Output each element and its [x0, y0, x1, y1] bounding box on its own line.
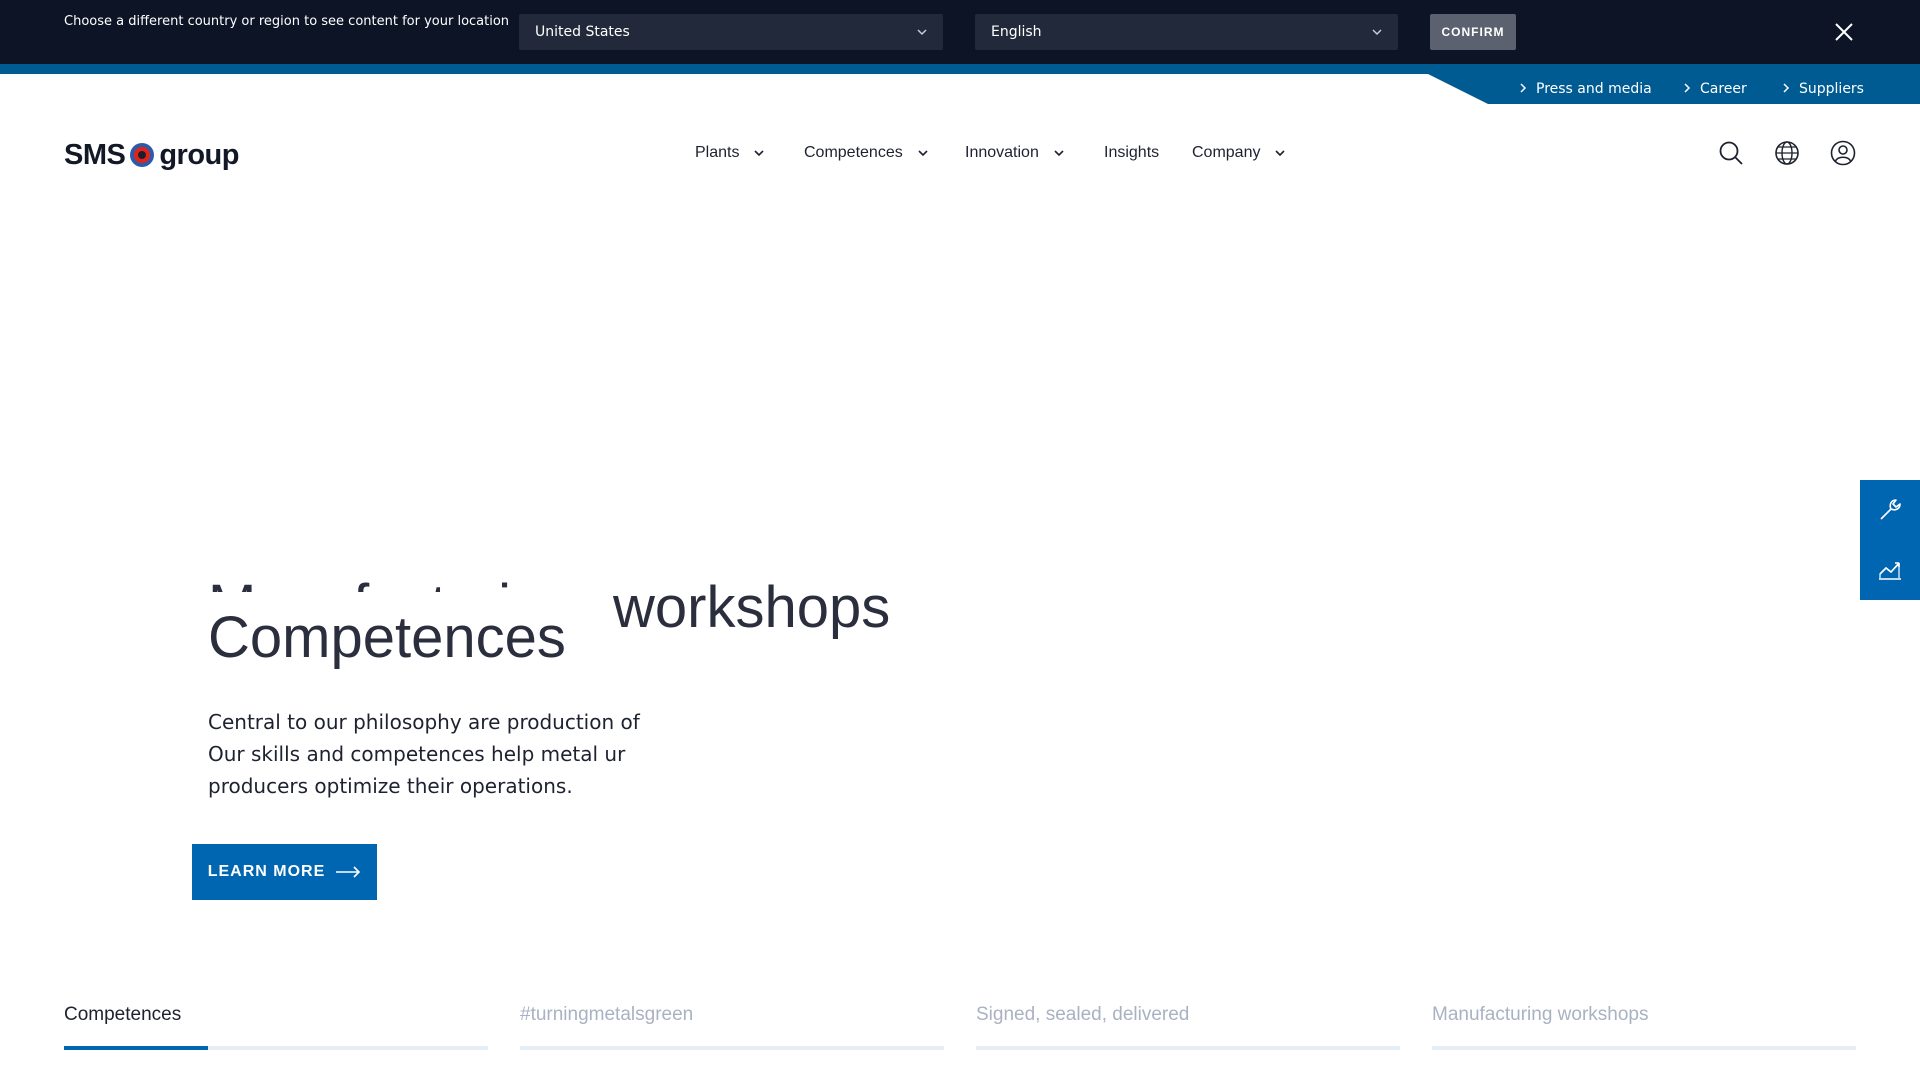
- chevron-right-icon: [1520, 83, 1527, 93]
- confirm-button[interactable]: CONFIRM: [1430, 14, 1516, 50]
- globe-icon[interactable]: [1774, 140, 1800, 166]
- hero-title: Competences: [208, 605, 566, 670]
- service-stripe: [0, 64, 1920, 74]
- nav-company[interactable]: Company: [1192, 138, 1286, 168]
- hero-description-line: Central to our philosophy are production…: [208, 710, 640, 734]
- bottom-tab-signed-sealed-delivered[interactable]: Signed, sealed, delivered: [976, 1004, 1400, 1050]
- hero-description-line: producers optimize their operations.: [208, 774, 573, 798]
- logo-ring-icon: [130, 143, 155, 167]
- close-icon[interactable]: [1832, 20, 1856, 44]
- chart-icon[interactable]: [1877, 557, 1903, 583]
- nav-innovation[interactable]: Innovation: [965, 138, 1065, 168]
- tab-track: [520, 1046, 944, 1050]
- sms-group-logo[interactable]: SMS group: [64, 138, 239, 172]
- chevron-down-icon: [917, 29, 927, 36]
- chevron-down-icon: [754, 150, 765, 157]
- hero-previous-title: Manufacturing: [208, 572, 588, 592]
- country-select[interactable]: United States: [519, 14, 943, 50]
- arrow-right-icon: [336, 866, 361, 878]
- nav-competences[interactable]: Competences: [804, 138, 929, 168]
- bottom-tab-competences[interactable]: Competences: [64, 1004, 488, 1050]
- side-quick-links: [1860, 480, 1920, 600]
- search-icon[interactable]: [1718, 140, 1744, 166]
- hero-title-fragment: workshops: [613, 575, 891, 640]
- tab-progress-bar: [64, 1046, 209, 1050]
- language-select[interactable]: English: [975, 14, 1398, 50]
- chevron-down-icon: [918, 150, 928, 157]
- service-link-suppliers[interactable]: Suppliers: [1781, 75, 1864, 103]
- nav-plants[interactable]: Plants: [695, 138, 765, 168]
- bottom-tab-manufacturing-workshops[interactable]: Manufacturing workshops: [1432, 1004, 1856, 1050]
- nav-insights[interactable]: Insights: [1104, 138, 1159, 168]
- service-link-career[interactable]: Career: [1682, 75, 1747, 103]
- chevron-down-icon: [1054, 150, 1064, 157]
- country-select-value: United States: [535, 24, 630, 40]
- wrench-icon[interactable]: [1877, 497, 1903, 523]
- hero-description-line: Our skills and competences help metal ur: [208, 742, 626, 766]
- chevron-down-icon: [1372, 29, 1382, 36]
- hero-description: Central to our philosophy are production…: [208, 706, 688, 802]
- chevron-right-icon: [1684, 83, 1691, 93]
- bottom-tab-turningmetalsgreen[interactable]: #turningmetalsgreen: [520, 1004, 944, 1050]
- tab-track: [1432, 1046, 1856, 1050]
- chevron-right-icon: [1783, 83, 1790, 93]
- service-link-press[interactable]: Press and media: [1518, 75, 1652, 103]
- user-icon[interactable]: [1830, 140, 1856, 166]
- country-selector-bar: Choose a different country or region to …: [0, 0, 1920, 64]
- language-select-value: English: [991, 24, 1042, 40]
- country-prompt: Choose a different country or region to …: [64, 14, 510, 29]
- chevron-down-icon: [1275, 150, 1286, 157]
- learn-more-button[interactable]: LEARN MORE: [192, 844, 377, 900]
- tab-track: [976, 1046, 1400, 1050]
